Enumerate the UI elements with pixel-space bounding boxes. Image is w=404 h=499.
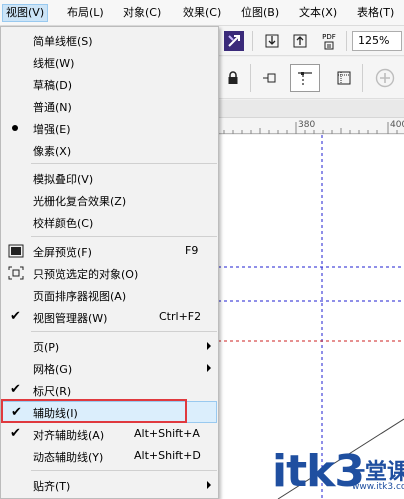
menu-item-label: 普通(N) (33, 101, 72, 114)
highlight-annotation-box (1, 399, 187, 423)
menu-text[interactable]: 文本(X) (299, 5, 337, 23)
tab-strip (218, 100, 404, 118)
menu-item-label: 贴齐(T) (33, 480, 71, 493)
align-object-icon[interactable] (260, 68, 280, 88)
menu-item-label: 草稿(D) (33, 79, 73, 92)
pdf-label: PDF (322, 32, 336, 41)
menu-item-label: 只预览选定的对象(O) (33, 268, 139, 281)
menu-item-label: 页面排序器视图(A) (33, 290, 127, 303)
view-dropdown-menu: 简单线框(S) 线框(W) 草稿(D) 普通(N) 增强(E) 像素(X) 模拟… (0, 26, 219, 499)
checkmark-icon: ✔ (10, 382, 21, 397)
dynamic-guides-icon[interactable] (290, 64, 320, 92)
menu-table[interactable]: 表格(T) (357, 5, 394, 23)
menu-item-wireframe[interactable]: 线框(W) (2, 51, 217, 73)
submenu-arrow-icon (207, 481, 211, 489)
menu-item-shortcut: Alt+Shift+A (134, 427, 200, 440)
menu-item-rasterize-effects[interactable]: 光栅化复合效果(Z) (2, 189, 217, 211)
menu-item-label: 页(P) (33, 341, 60, 354)
menu-item-alignment-guides[interactable]: ✔ 对齐辅助线(A) Alt+Shift+A (2, 423, 217, 445)
publish-pdf-button[interactable]: PDF (316, 30, 342, 52)
toolbar-separator (346, 31, 347, 51)
menu-item-label: 增强(E) (33, 123, 71, 136)
menu-item-enhanced[interactable]: 增强(E) (2, 117, 217, 139)
menu-separator (31, 470, 217, 471)
menu-effects[interactable]: 效果(C) (183, 5, 221, 23)
menu-item-label: 全屏预览(F) (33, 246, 92, 259)
checkmark-icon: ✔ (10, 426, 21, 441)
menu-item-page-sorter[interactable]: 页面排序器视图(A) (2, 284, 217, 306)
watermark-url: www.itk3.com (352, 482, 404, 492)
menu-item-simulate-overprint[interactable]: 模拟叠印(V) (2, 167, 217, 189)
menu-item-shortcut: Alt+Shift+D (134, 449, 201, 462)
menu-item-snap-to[interactable]: 贴齐(T) (2, 474, 217, 496)
menu-item-preview-selected[interactable]: 只预览选定的对象(O) (2, 262, 217, 284)
import-icon[interactable] (262, 31, 282, 51)
toolbar-separator (250, 64, 251, 92)
menu-item-label: 模拟叠印(V) (33, 173, 94, 186)
menu-separator (31, 163, 217, 164)
menu-item-dynamic-guides[interactable]: 动态辅助线(Y) Alt+Shift+D (2, 445, 217, 467)
menu-item-rulers[interactable]: ✔ 标尺(R) (2, 379, 217, 401)
menu-item-label: 标尺(R) (33, 385, 72, 398)
preview-selected-icon (8, 266, 24, 283)
export-icon[interactable] (290, 31, 310, 51)
menu-item-proof-colors[interactable]: 校样颜色(C) (2, 211, 217, 233)
toolbar-separator (362, 64, 363, 92)
menu-layout[interactable]: 布局(L) (67, 5, 104, 23)
menu-separator (31, 236, 217, 237)
menu-item-shortcut: Ctrl+F2 (159, 310, 202, 323)
pdf-icon (324, 41, 334, 49)
menu-item-label: 校样颜色(C) (33, 217, 94, 230)
lock-icon[interactable] (224, 68, 242, 88)
menu-item-label: 动态辅助线(Y) (33, 451, 104, 464)
submenu-arrow-icon (207, 364, 211, 372)
menu-item-view-manager[interactable]: ✔ 视图管理器(W) Ctrl+F2 (2, 306, 217, 328)
menu-object[interactable]: 对象(C) (123, 5, 161, 23)
guidelines (218, 135, 404, 499)
menu-item-label: 对齐辅助线(A) (33, 429, 105, 442)
menu-item-full-screen-preview[interactable]: 全屏预览(F) F9 (2, 240, 217, 262)
radio-dot-icon (12, 125, 18, 131)
menu-bitmap[interactable]: 位图(B) (241, 5, 279, 23)
menu-item-label: 线框(W) (33, 57, 75, 70)
menu-item-shortcut: F9 (185, 244, 199, 257)
page-frame-icon[interactable] (334, 68, 354, 88)
drawing-canvas[interactable] (218, 135, 404, 499)
menu-item-label: 网格(G) (33, 363, 73, 376)
menu-item-simple-wireframe[interactable]: 简单线框(S) (2, 29, 217, 51)
menu-item-label: 光栅化复合效果(Z) (33, 195, 127, 208)
menu-item-normal[interactable]: 普通(N) (2, 95, 217, 117)
menubar: 视图(V) 布局(L) 对象(C) 效果(C) 位图(B) 文本(X) 表格(T… (0, 0, 404, 26)
menu-item-label: 像素(X) (33, 145, 72, 158)
add-icon[interactable] (374, 67, 396, 89)
submenu-arrow-icon (207, 342, 211, 350)
checkmark-icon: ✔ (10, 309, 21, 324)
launcher-icon[interactable] (224, 31, 244, 51)
full-screen-icon (8, 244, 24, 261)
menu-view[interactable]: 视图(V) (2, 4, 49, 22)
menu-item-page[interactable]: 页(P) (2, 335, 217, 357)
menu-item-pixels[interactable]: 像素(X) (2, 139, 217, 161)
menu-item-draft[interactable]: 草稿(D) (2, 73, 217, 95)
ruler-ticks (218, 118, 404, 134)
menu-item-grid[interactable]: 网格(G) (2, 357, 217, 379)
toolbar-separator (252, 31, 253, 51)
zoom-level-input[interactable]: 125% (352, 31, 402, 51)
menu-item-label: 视图管理器(W) (33, 312, 108, 325)
menu-item-label: 简单线框(S) (33, 35, 93, 48)
menu-separator (31, 331, 217, 332)
